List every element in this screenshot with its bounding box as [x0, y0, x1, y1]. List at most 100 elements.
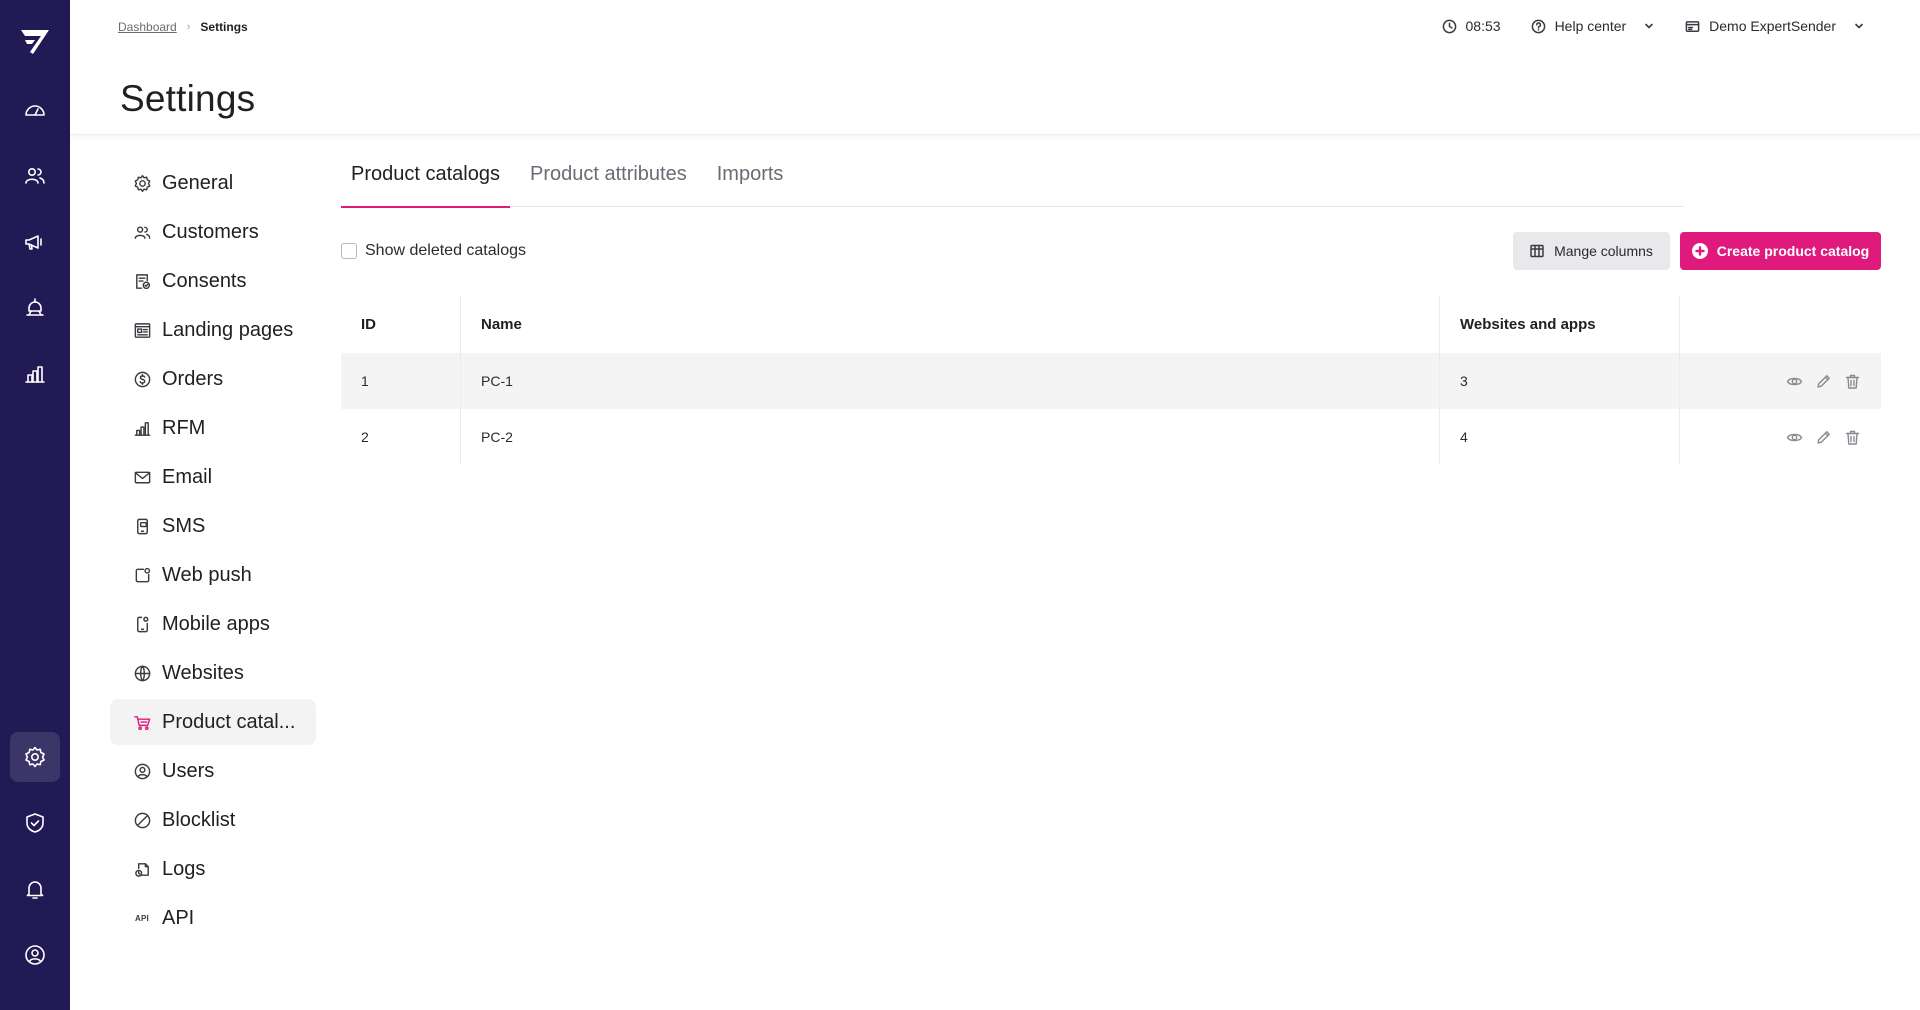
account-icon: [1685, 20, 1700, 32]
nav-label: RFM: [162, 416, 206, 439]
bar-chart-icon: [132, 418, 152, 438]
trash-icon[interactable]: [1844, 373, 1861, 390]
envelope-icon: [132, 467, 152, 487]
nav-item-web-push[interactable]: Web push: [110, 552, 316, 598]
column-header-websites[interactable]: Websites and apps: [1440, 296, 1680, 353]
profile-icon[interactable]: [10, 930, 60, 980]
mobile-icon: [132, 614, 152, 634]
breadcrumb-dashboard[interactable]: Dashboard: [118, 20, 177, 34]
column-header-actions: [1680, 296, 1881, 353]
dashboard-icon[interactable]: [10, 85, 60, 135]
tab-bar: Product catalogs Product attributes Impo…: [341, 152, 1684, 208]
nav-item-email[interactable]: Email: [110, 454, 316, 500]
catalogs-table: ID Name Websites and apps 1 PC-1 3 2 PC-…: [341, 296, 1881, 465]
nav-label: Mobile apps: [162, 612, 270, 635]
row-actions: [1680, 353, 1881, 409]
create-product-catalog-button[interactable]: Create product catalog: [1680, 232, 1881, 270]
clock-time: 08:53: [1465, 18, 1501, 34]
clock-icon: [1442, 19, 1456, 33]
nav-label: Customers: [162, 220, 259, 243]
table-row[interactable]: 1 PC-1 3: [341, 353, 1881, 409]
nav-item-consents[interactable]: Consents: [110, 258, 316, 304]
nav-label: SMS: [162, 514, 206, 537]
plus-circle-icon: [1691, 243, 1708, 259]
help-center-label: Help center: [1554, 18, 1627, 34]
nav-item-product-catalogs[interactable]: Product catal...: [110, 699, 316, 745]
nav-label: Landing pages: [162, 318, 294, 341]
breadcrumb-current: Settings: [200, 20, 248, 34]
customers-icon[interactable]: [10, 151, 60, 201]
toolbar: Show deleted catalogs Mange columns Crea…: [341, 232, 1881, 270]
chevron-right-icon: ›: [186, 21, 191, 33]
nav-item-orders[interactable]: Orders: [110, 356, 316, 402]
clock: 08:53: [1442, 18, 1501, 34]
nav-item-mobile-apps[interactable]: Mobile apps: [110, 601, 316, 647]
cell-name: PC-1: [461, 353, 1440, 409]
breadcrumb: Dashboard › Settings: [118, 20, 248, 34]
security-icon[interactable]: [10, 798, 60, 848]
chevron-down-icon: [1645, 23, 1653, 29]
nav-item-sms[interactable]: SMS: [110, 503, 316, 549]
eye-icon[interactable]: [1786, 373, 1803, 390]
tab-imports[interactable]: Imports: [707, 152, 794, 207]
nav-item-rfm[interactable]: RFM: [110, 405, 316, 451]
trash-icon[interactable]: [1844, 429, 1861, 446]
columns-icon: [1530, 244, 1544, 258]
row-actions: [1680, 409, 1881, 465]
logs-icon: [132, 859, 152, 879]
help-icon: [1531, 19, 1545, 33]
sms-icon: [132, 516, 152, 536]
nav-item-customers[interactable]: Customers: [110, 209, 316, 255]
nav-item-api[interactable]: API API: [110, 895, 316, 941]
dollar-icon: [132, 369, 152, 389]
eye-icon[interactable]: [1786, 429, 1803, 446]
automation-icon[interactable]: [10, 283, 60, 333]
api-badge: API: [135, 913, 149, 923]
nav-item-blocklist[interactable]: Blocklist: [110, 797, 316, 843]
cell-websites: 3: [1440, 353, 1680, 409]
cell-id: 1: [341, 353, 461, 409]
app-rail: [0, 0, 70, 1010]
pencil-icon[interactable]: [1815, 373, 1832, 390]
table-row[interactable]: 2 PC-2 4: [341, 409, 1881, 465]
show-deleted-toggle[interactable]: Show deleted catalogs: [341, 242, 526, 260]
nav-label: API: [162, 906, 195, 929]
nav-item-logs[interactable]: Logs: [110, 846, 316, 892]
notifications-icon[interactable]: [10, 864, 60, 914]
cell-websites: 4: [1440, 409, 1680, 465]
nav-label: Users: [162, 759, 215, 782]
api-icon: API: [132, 908, 152, 928]
show-deleted-label: Show deleted catalogs: [365, 242, 526, 259]
logo[interactable]: [19, 28, 51, 56]
nav-item-users[interactable]: Users: [110, 748, 316, 794]
pencil-icon[interactable]: [1815, 429, 1832, 446]
nav-label: Email: [162, 465, 213, 488]
user-circle-icon: [132, 761, 152, 781]
nav-item-websites[interactable]: Websites: [110, 650, 316, 696]
account-menu[interactable]: Demo ExpertSender: [1685, 18, 1865, 34]
campaigns-icon[interactable]: [10, 217, 60, 267]
nav-item-landing-pages[interactable]: Landing pages: [110, 307, 316, 353]
nav-label: Blocklist: [162, 808, 236, 831]
page-title: Settings: [120, 78, 256, 119]
help-center-menu[interactable]: Help center: [1531, 18, 1656, 34]
tab-product-catalogs[interactable]: Product catalogs: [341, 152, 510, 208]
manage-columns-label: Mange columns: [1554, 243, 1653, 259]
manage-columns-button[interactable]: Mange columns: [1513, 232, 1670, 270]
nav-label: General: [162, 171, 234, 194]
settings-icon[interactable]: [10, 732, 60, 782]
column-header-name[interactable]: Name: [461, 296, 1440, 353]
cell-id: 2: [341, 409, 461, 465]
account-label: Demo ExpertSender: [1709, 18, 1836, 34]
users-icon: [132, 222, 152, 242]
chevron-down-icon: [1855, 23, 1863, 29]
nav-item-general[interactable]: General: [110, 160, 316, 206]
gear-icon: [132, 173, 152, 193]
globe-icon: [132, 663, 152, 683]
landing-page-icon: [132, 320, 152, 340]
tab-product-attributes[interactable]: Product attributes: [520, 152, 697, 207]
show-deleted-checkbox[interactable]: [341, 243, 357, 259]
column-header-id[interactable]: ID: [341, 296, 461, 353]
nav-label: Consents: [162, 269, 247, 292]
analytics-icon[interactable]: [10, 349, 60, 399]
